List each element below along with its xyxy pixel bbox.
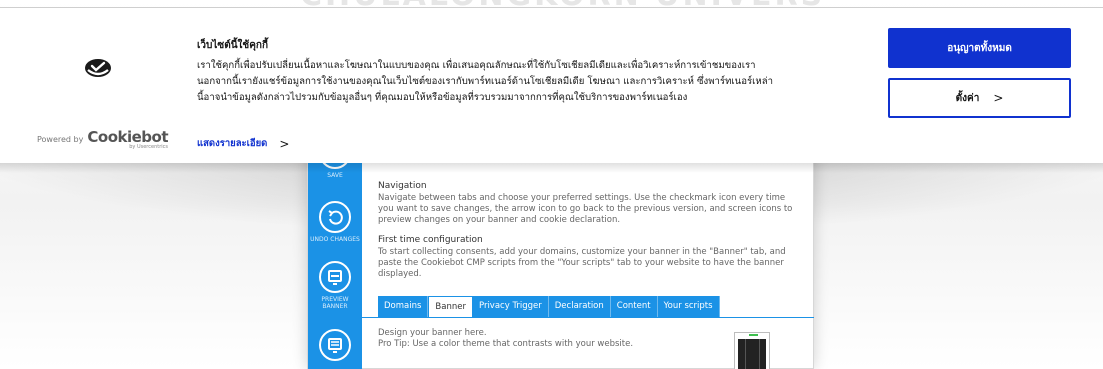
preview-declaration-button[interactable]	[308, 329, 362, 361]
banner-text-line: เราใช้คุกกี้เพื่อปรับเปลี่ยนเนื้อหาและโฆ…	[197, 60, 756, 71]
powered-by-label: Powered by	[37, 135, 84, 144]
design-line-1: Design your banner here.	[378, 328, 487, 338]
banner-shadow	[0, 163, 1103, 173]
first-time-title: First time configuration	[378, 235, 483, 245]
show-details-label: แสดงรายละเอียด	[197, 138, 268, 149]
screen-icon	[319, 329, 351, 361]
chevron-right-icon: >	[993, 91, 1004, 105]
chevron-right-icon: >	[279, 136, 290, 151]
settings-button[interactable]: ตั้งค่า >	[888, 78, 1071, 118]
save-label: SAVE	[327, 172, 343, 179]
tab-banner[interactable]: Banner	[428, 296, 473, 317]
tab-privacy-trigger[interactable]: Privacy Trigger	[472, 296, 549, 317]
usercentrics-label: by Usercentrics	[129, 144, 168, 150]
banner-text-line: นอกจากนี้เรายังแชร์ข้อมูลการใช้งานของคุณ…	[197, 76, 774, 87]
banner-text-line: นี้อาจนำข้อมูลดังกล่าวไปรวมกับข้อมูลอื่น…	[197, 92, 688, 103]
undo-label: UNDO CHANGES	[310, 236, 360, 243]
manager-sidebar: SAVE UNDO CHANGES PREVIEW BANNER	[308, 137, 362, 369]
cookiebot-brand: Cookiebot by Usercentrics	[87, 128, 168, 150]
settings-label: ตั้งค่า	[955, 92, 980, 104]
allow-all-label: อนุญาตทั้งหมด	[947, 42, 1012, 54]
navigation-text: Navigate between tabs and choose your pr…	[378, 193, 793, 225]
banner-preview-thumbnail[interactable]	[734, 332, 770, 369]
cookie-consent-banner: Powered by Cookiebot by Usercentrics เว็…	[0, 7, 1103, 163]
design-line-2: Pro Tip: Use a color theme that contrast…	[378, 339, 634, 349]
tab-domains[interactable]: Domains	[378, 296, 429, 317]
preview-banner-button[interactable]: PREVIEW BANNER	[308, 261, 362, 310]
allow-all-button[interactable]: อนุญาตทั้งหมด	[888, 28, 1071, 68]
banner-text: เราใช้คุกกี้เพื่อปรับเปลี่ยนเนื้อหาและโฆ…	[197, 58, 867, 106]
powered-by-cookiebot[interactable]: Powered by Cookiebot by Usercentrics	[37, 128, 168, 150]
tab-declaration[interactable]: Declaration	[548, 296, 611, 317]
tab-content[interactable]: Content	[610, 296, 658, 317]
page: CHULALONGKORN UNIVERSITY SAVE UNDO CHANG…	[0, 0, 1103, 369]
banner-title: เว็บไซต์นี้ใช้คุกกี้	[197, 40, 268, 51]
navigation-title: Navigation	[378, 181, 427, 191]
first-time-text: To start collecting consents, add your d…	[378, 247, 786, 279]
cookiebot-manager-window: SAVE UNDO CHANGES PREVIEW BANNER Navigat…	[307, 137, 814, 369]
cookiebot-logo-icon	[78, 54, 118, 82]
design-text: Design your banner here. Pro Tip: Use a …	[378, 328, 718, 350]
show-details-link[interactable]: แสดงรายละเอียด >	[197, 136, 289, 151]
undo-changes-button[interactable]: UNDO CHANGES	[308, 201, 362, 243]
manager-tabs: Domains Banner Privacy Trigger Declarati…	[378, 296, 720, 317]
manager-content: Navigation Navigate between tabs and cho…	[378, 181, 803, 280]
undo-arrow-icon	[319, 201, 351, 233]
screen-icon	[319, 261, 351, 293]
preview-label: PREVIEW BANNER	[321, 296, 349, 310]
tab-your-scripts[interactable]: Your scripts	[657, 296, 720, 317]
tab-divider	[362, 317, 814, 318]
